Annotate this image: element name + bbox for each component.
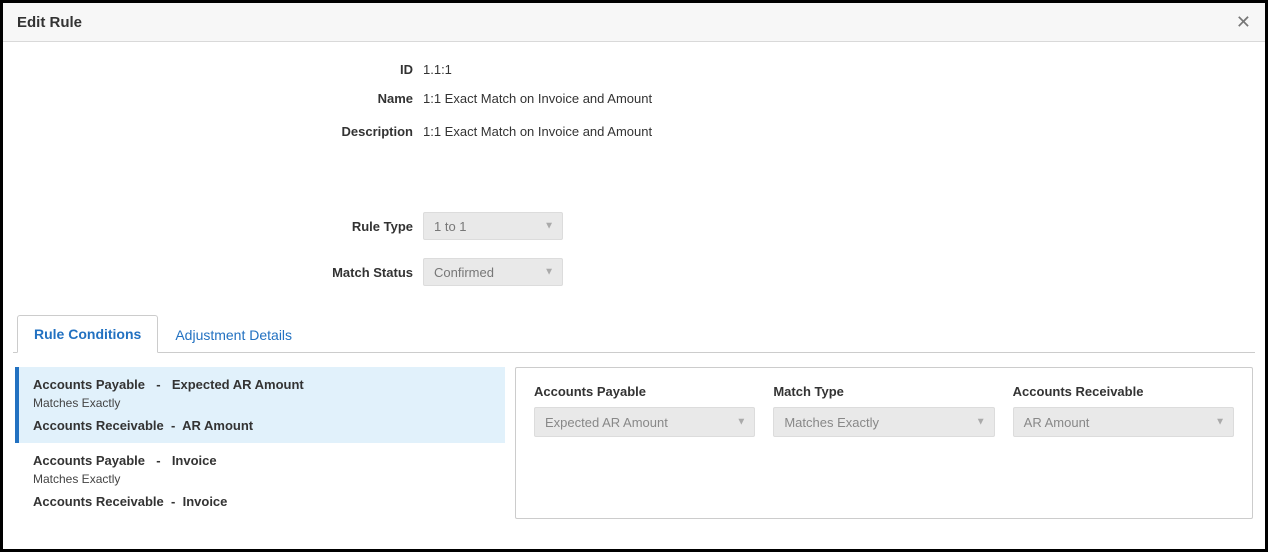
tabs: Rule Conditions Adjustment Details [13, 314, 1255, 353]
id-value: 1.1:1 [423, 62, 452, 77]
condition-line: Accounts Payable - Invoice [33, 453, 491, 468]
match-type-select[interactable]: Matches Exactly ▼ [773, 407, 994, 437]
condition-line: Accounts Payable - Expected AR Amount [33, 377, 491, 392]
condition-match: Matches Exactly [33, 472, 491, 486]
condition-match: Matches Exactly [33, 396, 491, 410]
detail-accounts-payable-label: Accounts Payable [534, 384, 755, 399]
condition-item[interactable]: Accounts Payable - Expected AR Amount Ma… [15, 367, 505, 443]
condition-source2: Accounts Receivable [33, 418, 164, 433]
chevron-down-icon: ▼ [976, 417, 986, 428]
tab-adjustment-details[interactable]: Adjustment Details [158, 316, 309, 353]
condition-line2: Accounts Receivable - Invoice [33, 494, 491, 509]
match-status-value: Confirmed [434, 265, 494, 280]
separator: - [171, 418, 175, 433]
separator: - [152, 453, 164, 468]
accounts-payable-select[interactable]: Expected AR Amount ▼ [534, 407, 755, 437]
rule-type-label: Rule Type [3, 219, 423, 234]
close-icon[interactable]: ✕ [1236, 13, 1251, 31]
name-value: 1:1 Exact Match on Invoice and Amount [423, 91, 652, 106]
condition-source2: Accounts Receivable [33, 494, 164, 509]
chevron-down-icon: ▼ [1215, 417, 1225, 428]
dialog-titlebar: Edit Rule ✕ [3, 3, 1265, 42]
match-status-select[interactable]: Confirmed ▼ [423, 258, 563, 286]
condition-list: Accounts Payable - Expected AR Amount Ma… [15, 367, 505, 519]
chevron-down-icon: ▼ [544, 221, 554, 232]
tab-rule-conditions[interactable]: Rule Conditions [17, 315, 158, 353]
separator: - [171, 494, 175, 509]
condition-item[interactable]: Accounts Payable - Invoice Matches Exact… [15, 443, 505, 519]
separator: - [152, 377, 164, 392]
description-label: Description [3, 124, 423, 139]
name-label: Name [3, 91, 423, 106]
id-label: ID [3, 62, 423, 77]
conditions-panel: Accounts Payable - Expected AR Amount Ma… [3, 353, 1265, 519]
rule-form: ID 1.1:1 Name 1:1 Exact Match on Invoice… [3, 42, 1265, 314]
rule-type-value: 1 to 1 [434, 219, 467, 234]
condition-source1: Accounts Payable [33, 377, 145, 392]
accounts-receivable-value: AR Amount [1024, 415, 1090, 430]
chevron-down-icon: ▼ [736, 417, 746, 428]
condition-field2: Invoice [183, 494, 228, 509]
chevron-down-icon: ▼ [544, 267, 554, 278]
condition-detail-panel: Accounts Payable Expected AR Amount ▼ Ma… [515, 367, 1253, 519]
condition-field1: Invoice [172, 453, 217, 468]
condition-field2: AR Amount [182, 418, 253, 433]
condition-line2: Accounts Receivable - AR Amount [33, 418, 491, 433]
match-status-label: Match Status [3, 265, 423, 280]
rule-type-select[interactable]: 1 to 1 ▼ [423, 212, 563, 240]
dialog-title: Edit Rule [17, 14, 82, 31]
condition-source1: Accounts Payable [33, 453, 145, 468]
detail-accounts-receivable-label: Accounts Receivable [1013, 384, 1234, 399]
description-value: 1:1 Exact Match on Invoice and Amount [423, 124, 652, 139]
match-type-value: Matches Exactly [784, 415, 879, 430]
accounts-receivable-select[interactable]: AR Amount ▼ [1013, 407, 1234, 437]
condition-field1: Expected AR Amount [172, 377, 304, 392]
detail-match-type-label: Match Type [773, 384, 994, 399]
accounts-payable-value: Expected AR Amount [545, 415, 668, 430]
